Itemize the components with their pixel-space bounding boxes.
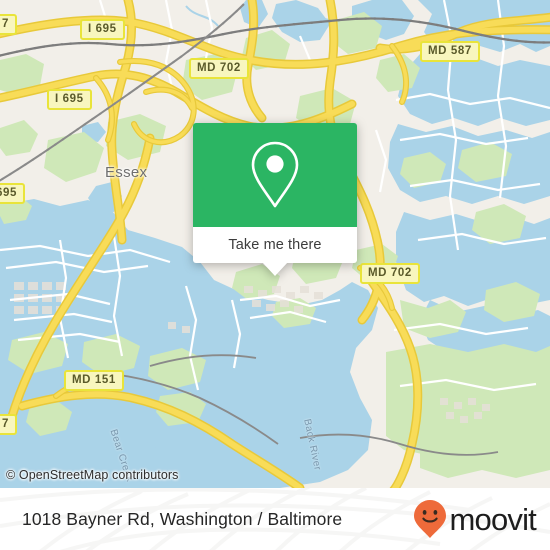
take-me-there-popup[interactable]: Take me there <box>193 123 357 276</box>
map-pin-icon <box>251 141 299 208</box>
moovit-logo[interactable]: moovit <box>413 499 537 539</box>
address-label: 1018 Bayner Rd, Washington / Baltimore <box>22 508 343 529</box>
moovit-map-screenshot: Essex Back River Bear Creek 7 I 695 MD 7… <box>0 0 550 550</box>
moovit-wordmark: moovit <box>449 501 536 537</box>
highway-shield-md7-bottom[interactable]: 7 <box>0 414 17 435</box>
popup-icon-area <box>193 123 357 227</box>
take-me-there-label: Take me there <box>228 237 322 253</box>
place-label-essex: Essex <box>105 164 148 181</box>
highway-shield-md702-east[interactable]: MD 702 <box>360 263 420 284</box>
map-attribution[interactable]: © OpenStreetMap contributors <box>6 468 179 482</box>
popup-pointer <box>262 262 288 276</box>
highway-shield-i695-west[interactable]: I 695 <box>47 89 92 110</box>
highway-shield-695-left-edge[interactable]: 695 <box>0 183 25 204</box>
popup-action-bar[interactable]: Take me there <box>193 227 357 276</box>
highway-shield-i695-north[interactable]: I 695 <box>80 19 125 40</box>
highway-shield-md587[interactable]: MD 587 <box>420 41 480 62</box>
smiling-pin-icon <box>414 500 447 538</box>
bottom-info-bar: 1018 Bayner Rd, Washington / Baltimore m… <box>0 488 550 550</box>
highway-shield-md151[interactable]: MD 151 <box>64 370 124 391</box>
highway-shield-md702-north[interactable]: MD 702 <box>189 58 249 79</box>
highway-shield-md7-top[interactable]: 7 <box>0 14 17 35</box>
